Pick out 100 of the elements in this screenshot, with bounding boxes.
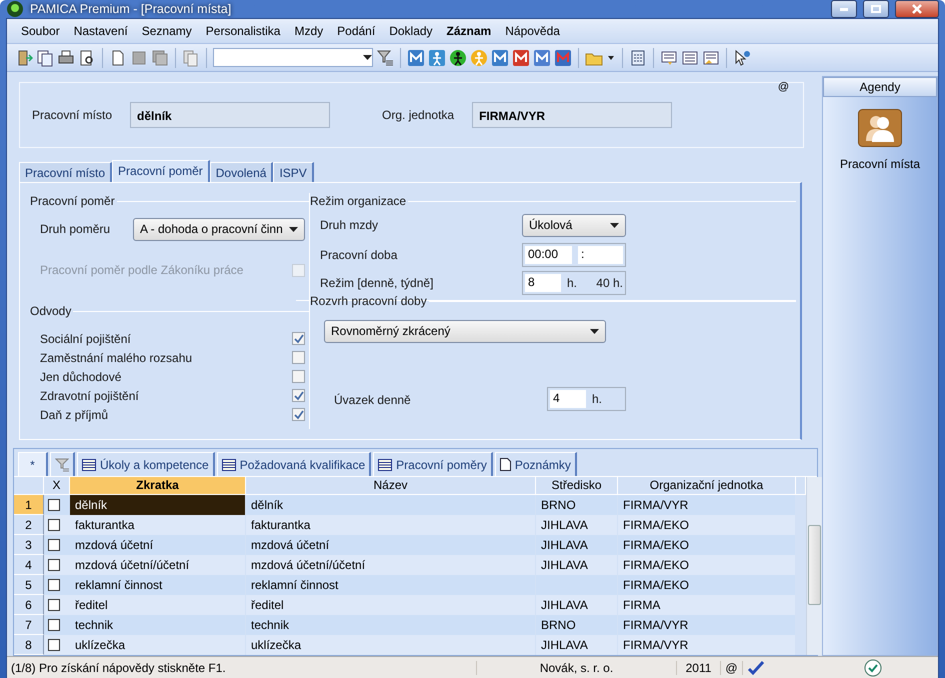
list-icon[interactable] <box>702 48 720 66</box>
detail-tab[interactable]: * <box>18 452 48 476</box>
help-pointer-icon[interactable] <box>733 48 751 66</box>
menu-item[interactable]: Personalistika <box>200 21 286 41</box>
detail-tab[interactable]: Úkoly a kompetence <box>77 452 215 476</box>
agenda-item[interactable]: Pracovní místa <box>840 109 920 171</box>
tile-icon[interactable] <box>533 48 551 66</box>
scrollbar[interactable] <box>806 477 822 655</box>
list-icon <box>82 458 96 470</box>
wage-type-dropdown[interactable]: Úkolová <box>522 214 626 236</box>
field-label: Pracovní doba <box>320 248 398 262</box>
column-header[interactable]: Zkratka <box>70 477 246 495</box>
weekly-hours: 40 h. <box>596 276 623 290</box>
column-header[interactable]: Středisko <box>536 477 618 495</box>
row-checkbox[interactable] <box>48 619 60 631</box>
menu-item[interactable]: Podání <box>331 21 382 41</box>
row-checkbox[interactable] <box>48 539 60 551</box>
unit-label: h. <box>592 392 602 406</box>
menu-item[interactable]: Seznamy <box>136 21 198 41</box>
table-cell: JIHLAVA <box>536 595 618 615</box>
table-cell: reklamní činnost <box>246 575 536 595</box>
detail-tab[interactable]: Pracovní poměry <box>373 452 493 476</box>
table-cell: technik <box>246 615 536 635</box>
table-cell: FIRMA/EKO <box>618 555 796 575</box>
row-checkbox[interactable] <box>48 519 60 531</box>
minimize-button[interactable] <box>831 0 857 18</box>
checkbox[interactable] <box>292 408 305 421</box>
row-checkbox[interactable] <box>48 559 60 571</box>
table-cell: reklamní činnost <box>70 575 246 595</box>
unit-label: h. <box>567 276 578 290</box>
filter-icon[interactable] <box>376 48 394 66</box>
list-icon[interactable] <box>681 48 699 66</box>
minimize-icon <box>840 8 848 10</box>
row-number[interactable]: 4 <box>14 555 44 575</box>
row-number[interactable]: 8 <box>14 635 44 655</box>
field-label: Druh mzdy <box>320 218 378 232</box>
close-button[interactable] <box>895 0 939 18</box>
tile-icon[interactable] <box>407 48 425 66</box>
caret-icon <box>363 55 372 60</box>
app-icon <box>6 0 24 18</box>
group-title: Rozvrh pracovní doby <box>310 294 427 308</box>
table-cell: BRNO <box>536 495 618 515</box>
detail-tab[interactable]: Požadovaná kvalifikace <box>216 452 372 476</box>
list-icon[interactable] <box>660 48 678 66</box>
maximize-button[interactable] <box>863 0 889 18</box>
checkbox[interactable] <box>292 351 305 364</box>
table-cell: technik <box>70 615 246 635</box>
tile-icon[interactable] <box>512 48 530 66</box>
row-number[interactable]: 3 <box>14 535 44 555</box>
row-number[interactable]: 2 <box>14 515 44 535</box>
row-checkbox[interactable] <box>48 639 60 651</box>
table-cell: dělník <box>70 495 246 515</box>
menu-item[interactable]: Nápověda <box>499 21 566 41</box>
tab[interactable]: ISPV <box>273 162 314 182</box>
table-cell: ředitel <box>70 595 246 615</box>
caret-icon <box>610 222 619 228</box>
detail-tab[interactable]: Poznámky <box>494 452 577 476</box>
status-message: (1/8) Pro získání nápovědy stiskněte F1. <box>7 660 477 674</box>
menu-item[interactable]: Nastavení <box>68 21 134 41</box>
row-number[interactable]: 7 <box>14 615 44 635</box>
table-cell: FIRMA/VYR <box>618 495 796 515</box>
save-all-icon[interactable] <box>151 48 169 66</box>
checkbox[interactable] <box>292 389 305 402</box>
table-cell: mzdová účetní/účetní <box>70 555 246 575</box>
row-checkbox[interactable] <box>48 579 60 591</box>
schedule-dropdown[interactable]: Rovnoměrný zkrácený <box>324 320 606 342</box>
printer-icon[interactable] <box>57 48 75 66</box>
row-number[interactable]: 6 <box>14 595 44 615</box>
row-checkbox[interactable] <box>48 599 60 611</box>
table-cell: fakturantka <box>246 515 536 535</box>
tile-icon[interactable] <box>491 48 509 66</box>
tab[interactable]: Pracovní místo <box>19 162 112 182</box>
readonly-field: FIRMA/VYR <box>472 102 672 128</box>
menu-item[interactable]: Mzdy <box>288 21 330 41</box>
checkbox[interactable] <box>292 332 305 345</box>
checkbox[interactable] <box>292 370 305 383</box>
time-field[interactable]: : <box>578 246 623 264</box>
menu-item[interactable]: Doklady <box>383 21 439 41</box>
relation-type-dropdown[interactable]: A - dohoda o pracovní činn <box>133 218 305 240</box>
row-checkbox[interactable] <box>48 499 60 511</box>
menu-item[interactable]: Soubor <box>15 21 66 41</box>
person-tile-icon[interactable] <box>428 48 446 66</box>
hours-field[interactable]: 4 <box>550 390 586 408</box>
copy-icon[interactable] <box>36 48 54 66</box>
people-icon <box>858 109 902 147</box>
calculator-icon[interactable] <box>629 48 647 66</box>
checkbox-label: Zdravotní pojištění <box>40 388 139 402</box>
column-header[interactable]: Název <box>246 477 536 495</box>
tab[interactable]: Pracovní poměr <box>112 160 210 182</box>
row-number[interactable]: 5 <box>14 575 44 595</box>
column-header[interactable]: Organizační jednotka <box>618 477 796 495</box>
row-number[interactable]: 1 <box>14 495 44 515</box>
tab[interactable]: Dovolená <box>210 162 274 182</box>
time-field[interactable]: 00:00 <box>525 246 572 264</box>
company-name: Novák, s. r. o. <box>477 660 677 674</box>
person-circle-icon[interactable] <box>449 48 467 66</box>
tile-icon[interactable] <box>554 48 572 66</box>
menu-item[interactable]: Záznam <box>440 21 498 41</box>
hours-field[interactable]: 8 <box>525 274 561 292</box>
detail-tab[interactable] <box>50 452 75 476</box>
